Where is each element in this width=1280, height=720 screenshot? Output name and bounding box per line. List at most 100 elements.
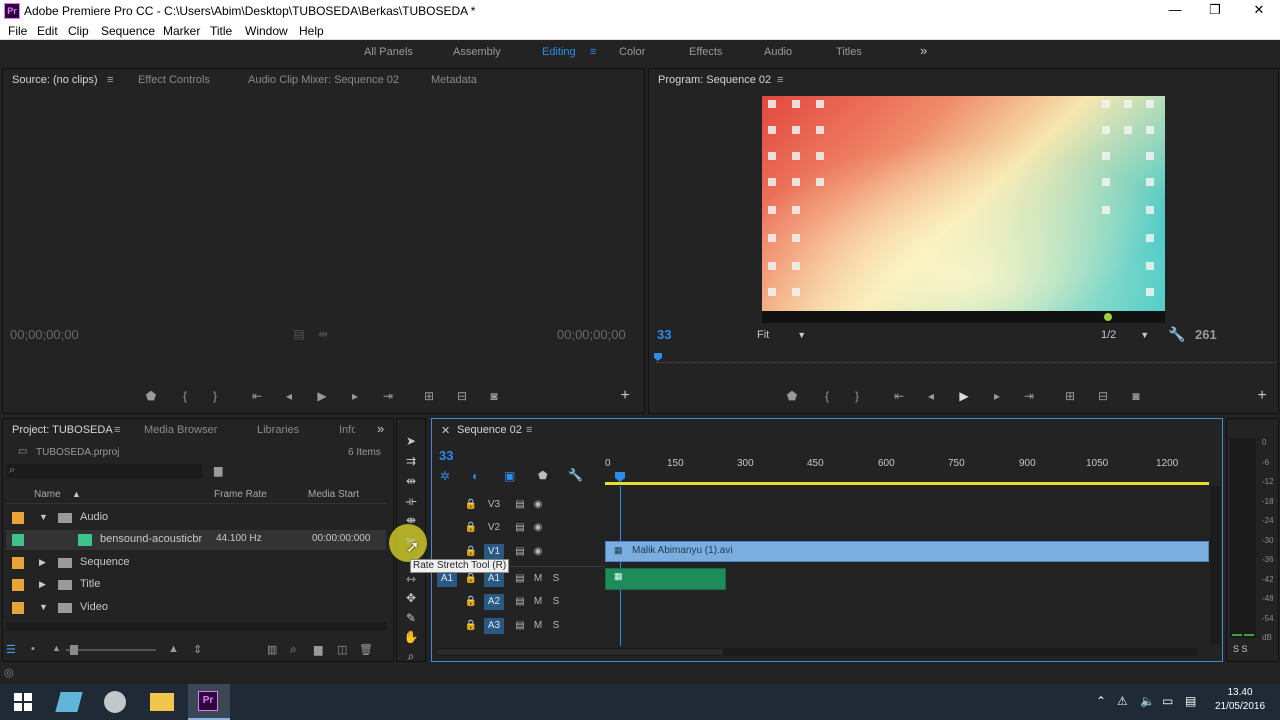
disclosure-expanded-icon[interactable]: ▼ <box>39 512 48 522</box>
program-export-frame-icon[interactable]: ◙ <box>1127 389 1145 403</box>
label-color-swatch[interactable] <box>12 579 24 591</box>
new-bin-from-search-icon[interactable]: ▆ <box>214 464 222 477</box>
lock-icon[interactable]: 🔒 <box>461 497 481 513</box>
label-color-swatch[interactable] <box>12 534 24 546</box>
slide-tool-icon[interactable]: ✥ <box>402 591 420 605</box>
tab-info[interactable]: Info <box>339 424 355 436</box>
rolling-edit-tool-icon[interactable]: ⟛ <box>402 494 420 508</box>
workspace-effects[interactable]: Effects <box>689 46 722 58</box>
add-marker-icon[interactable]: ⬟ <box>538 469 548 482</box>
volume-icon[interactable]: 🔈 <box>1140 694 1155 708</box>
toggle-sync-lock-icon[interactable]: ▤ <box>510 618 530 634</box>
minimize-button[interactable]: — <box>1160 2 1190 20</box>
program-marker-icon[interactable]: ⬟ <box>783 389 801 403</box>
lock-icon[interactable]: 🔒 <box>461 618 481 634</box>
work-area-bar[interactable] <box>605 482 1209 485</box>
selection-tool-icon[interactable]: ➤ <box>402 434 420 448</box>
solo-button[interactable]: S <box>546 571 566 587</box>
label-color-swatch[interactable] <box>12 557 24 569</box>
program-mark-out-icon[interactable]: } <box>848 389 866 403</box>
source-overwrite-icon[interactable]: ⊟ <box>453 389 471 403</box>
timeline-panel-menu-icon[interactable]: ≡ <box>526 424 532 436</box>
icon-view-icon[interactable]: ▪ <box>31 643 35 655</box>
toggle-sync-lock-icon[interactable]: ▤ <box>510 520 530 536</box>
menu-marker[interactable]: Marker <box>163 24 200 38</box>
toggle-sync-lock-icon[interactable]: ▤ <box>510 594 530 610</box>
source-play-icon[interactable]: ▶ <box>313 389 331 403</box>
timeline-playhead[interactable] <box>615 472 625 482</box>
program-mark-in-icon[interactable]: { <box>818 389 836 403</box>
eye-icon[interactable]: ◉ <box>528 544 548 560</box>
thumbnail-size-slider[interactable] <box>66 645 156 655</box>
source-patch-a1[interactable]: A1 <box>437 571 457 587</box>
source-mark-in-icon[interactable]: { <box>176 389 194 403</box>
menu-title[interactable]: Title <box>210 24 232 38</box>
mute-button[interactable]: M <box>528 594 548 610</box>
program-go-to-out-icon[interactable]: ⇥ <box>1020 389 1038 403</box>
program-panel-menu-icon[interactable]: ≡ <box>777 74 783 86</box>
project-panel-menu-icon[interactable]: ≡ <box>114 424 120 436</box>
source-marker-icon[interactable]: ⬟ <box>142 389 160 403</box>
track-select-tool-icon[interactable]: ⇉ <box>402 454 420 468</box>
solo-button[interactable]: S <box>546 594 566 610</box>
project-item-row[interactable]: ▶ Sequence <box>6 553 386 573</box>
tab-metadata[interactable]: Metadata <box>431 74 477 86</box>
workspace-menu-icon[interactable]: ≡ <box>590 46 596 58</box>
timeline-vertical-scrollbar[interactable] <box>1210 486 1220 644</box>
source-insert-icon[interactable]: ⊞ <box>420 389 438 403</box>
program-extract-icon[interactable]: ⊟ <box>1094 389 1112 403</box>
project-item-row[interactable]: bensound-acousticbr 44.100 Hz 00:00:00:000 <box>6 530 386 550</box>
sort-ascending-icon[interactable]: ▲ <box>72 489 81 499</box>
source-step-back-icon[interactable]: ◂ <box>280 389 298 403</box>
program-video-frame[interactable] <box>762 96 1165 323</box>
list-view-icon[interactable]: ☰ <box>6 643 16 656</box>
program-fit-select[interactable]: Fit ▼ <box>757 329 806 341</box>
tab-audio-clip-mixer[interactable]: Audio Clip Mixer: Sequence 02 <box>248 74 399 86</box>
tab-project[interactable]: Project: TUBOSEDA <box>12 424 113 436</box>
track-label-a2[interactable]: A2 <box>484 594 504 610</box>
track-label-a3[interactable]: A3 <box>484 618 504 634</box>
tab-sequence-02[interactable]: Sequence 02 <box>457 424 522 436</box>
source-go-to-in-icon[interactable]: ⇤ <box>248 389 266 403</box>
track-label-a1[interactable]: A1 <box>484 571 504 587</box>
source-add-button-icon[interactable]: + <box>616 387 634 405</box>
new-item-icon[interactable]: ◫ <box>337 643 347 656</box>
lock-icon[interactable]: 🔒 <box>461 544 481 560</box>
menu-clip[interactable]: Clip <box>68 24 89 38</box>
new-bin-icon[interactable]: ▆ <box>314 643 322 656</box>
source-drag-video-icon[interactable]: ▤ <box>290 327 308 341</box>
toggle-sync-lock-icon[interactable]: ▤ <box>510 571 530 587</box>
source-timecode-left[interactable]: 00;00;00;00 <box>10 327 79 342</box>
menu-file[interactable]: File <box>8 24 27 38</box>
program-resolution-select[interactable]: 1/2 ▼ <box>1101 329 1149 341</box>
source-mark-out-icon[interactable]: } <box>206 389 224 403</box>
project-item-row[interactable]: ▶ Title <box>6 575 386 595</box>
mute-button[interactable]: M <box>528 618 548 634</box>
zoom-out-icon[interactable]: ▲ <box>52 643 61 653</box>
menu-help[interactable]: Help <box>299 24 324 38</box>
snap-icon[interactable]: ◐ <box>472 469 479 483</box>
workspace-editing[interactable]: Editing <box>542 46 576 58</box>
project-item-row[interactable]: ▼ Audio <box>6 508 386 528</box>
workspace-color[interactable]: Color <box>619 46 645 58</box>
source-timecode-right[interactable]: 00;00;00;00 <box>557 327 626 342</box>
premiere-taskbar-button[interactable]: Pr <box>188 684 230 720</box>
program-step-back-icon[interactable]: ◂ <box>922 389 940 403</box>
source-go-to-out-icon[interactable]: ⇥ <box>379 389 397 403</box>
lock-icon[interactable]: 🔒 <box>461 520 481 536</box>
disclosure-collapsed-icon[interactable]: ▶ <box>39 557 46 568</box>
toggle-sync-lock-icon[interactable]: ▤ <box>510 497 530 513</box>
audio-clip[interactable]: ▦ <box>605 568 726 590</box>
panel-overflow-icon[interactable]: » <box>377 421 384 436</box>
tab-libraries[interactable]: Libraries <box>257 424 299 436</box>
automate-to-sequence-icon[interactable]: ▥ <box>267 643 277 656</box>
source-drag-audio-icon[interactable]: ⇹ <box>314 327 332 341</box>
close-button[interactable]: ✕ <box>1244 2 1274 20</box>
label-color-swatch[interactable] <box>12 602 24 614</box>
program-time-ruler[interactable] <box>654 353 1276 363</box>
lock-icon[interactable]: 🔒 <box>461 594 481 610</box>
workspace-all-panels[interactable]: All Panels <box>364 46 413 58</box>
tab-effect-controls[interactable]: Effect Controls <box>138 74 210 86</box>
toggle-sync-lock-icon[interactable]: ▤ <box>510 544 530 560</box>
slip-tool-icon[interactable]: ⇿ <box>402 572 420 586</box>
